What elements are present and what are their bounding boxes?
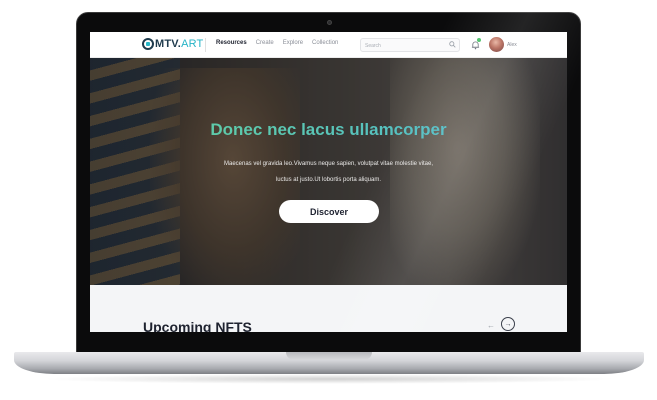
- hero-title: Donec nec lacus ullamcorper: [90, 120, 567, 140]
- laptop-notch: [286, 352, 372, 360]
- avatar[interactable]: [489, 37, 504, 52]
- search-box: [360, 38, 460, 52]
- nav-link-resources[interactable]: Resources: [216, 40, 247, 46]
- hero-description-line-2: luctus at justo.Ut lobortis porta aliqua…: [275, 177, 382, 183]
- logo-text: MTV.ART: [155, 38, 204, 50]
- notification-dot: [477, 38, 481, 42]
- upcoming-section: Upcoming NFTS ← →: [90, 285, 567, 332]
- logo-mark-icon: [142, 38, 154, 50]
- camera-icon: [327, 20, 332, 25]
- search-icon[interactable]: [449, 41, 456, 48]
- nav-divider: [205, 38, 206, 52]
- top-navbar: MTV.ART Resources Create Explore Collect…: [90, 32, 567, 58]
- nav-link-create[interactable]: Create: [256, 40, 274, 46]
- nav-link-explore[interactable]: Explore: [283, 40, 303, 46]
- discover-button[interactable]: Discover: [279, 200, 379, 223]
- hero-description: Maecenas vel gravida leo.Vivamus neque s…: [200, 156, 457, 188]
- arrow-left-icon[interactable]: ←: [487, 321, 495, 330]
- section-title: Upcoming NFTS: [143, 319, 252, 332]
- laptop-screen: MTV.ART Resources Create Explore Collect…: [90, 32, 567, 332]
- user-name[interactable]: Alex: [507, 42, 517, 48]
- hero-banner: Donec nec lacus ullamcorper Maecenas vel…: [90, 58, 567, 285]
- search-input[interactable]: [365, 41, 445, 50]
- hero-description-line-1: Maecenas vel gravida leo.Vivamus neque s…: [223, 161, 433, 167]
- nav-link-collection[interactable]: Collection: [312, 40, 338, 46]
- brand-logo[interactable]: MTV.ART: [142, 38, 203, 50]
- laptop-shadow: [40, 374, 618, 384]
- nav-links: Resources Create Explore Collection: [216, 40, 338, 46]
- arrow-right-icon[interactable]: →: [501, 317, 515, 331]
